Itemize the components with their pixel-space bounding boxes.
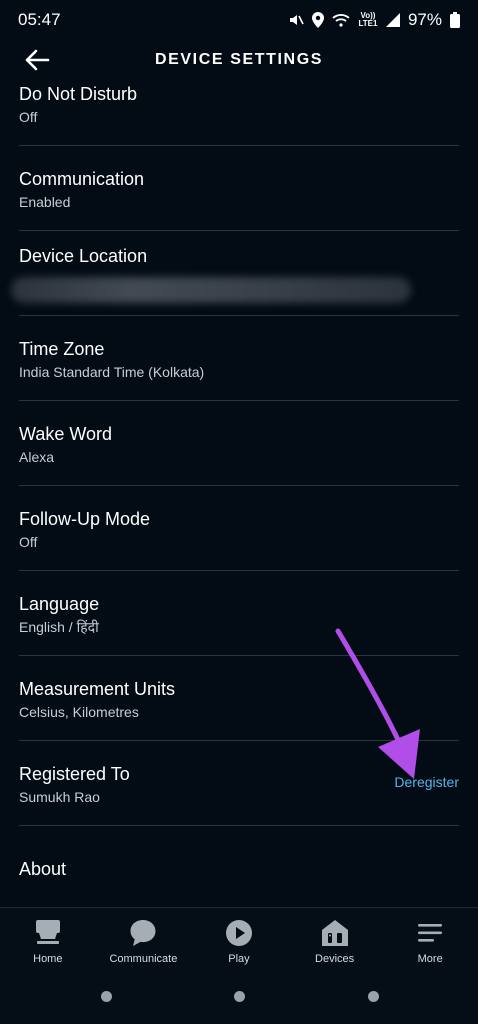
settings-list: Do Not Disturb Off Communication Enabled…: [11, 78, 459, 910]
setting-communication[interactable]: Communication Enabled: [19, 146, 459, 231]
setting-measurement-units[interactable]: Measurement Units Celsius, Kilometres: [19, 656, 459, 741]
battery-icon: [450, 12, 460, 28]
app-bar: DEVICE SETTINGS: [0, 40, 478, 80]
signal-icon: [385, 13, 400, 27]
setting-title: Language: [19, 594, 100, 614]
system-recents-button[interactable]: [368, 991, 379, 1002]
nav-home[interactable]: Home: [0, 908, 96, 978]
setting-do-not-disturb[interactable]: Do Not Disturb Off: [19, 78, 459, 146]
mute-icon: [289, 15, 304, 25]
deregister-button[interactable]: Deregister: [394, 774, 459, 790]
setting-follow-up-mode[interactable]: Follow-Up Mode Off: [19, 486, 459, 571]
location-icon: [311, 12, 324, 28]
status-time: 05:47: [18, 10, 61, 29]
setting-time-zone[interactable]: Time Zone India Standard Time (Kolkata): [19, 316, 459, 401]
setting-value: Off: [19, 109, 38, 125]
setting-wake-word[interactable]: Wake Word Alexa: [19, 401, 459, 486]
setting-about[interactable]: About: [19, 826, 459, 910]
nav-play[interactable]: Play: [191, 908, 287, 978]
menu-icon: [418, 924, 443, 942]
status-bar: 05:47 Vo)) LTE1 97%: [0, 0, 478, 40]
system-navigation-bar: [0, 977, 478, 1024]
play-icon: [225, 920, 252, 946]
nav-communicate[interactable]: Communicate: [96, 908, 192, 978]
nav-devices[interactable]: Devices: [287, 908, 383, 978]
setting-value: Enabled: [19, 194, 71, 210]
setting-title: Device Location: [19, 246, 148, 266]
setting-title: Time Zone: [19, 339, 105, 359]
blurred-location-value: [11, 277, 411, 303]
battery-percent: 97%: [407, 10, 442, 29]
devices-icon: [321, 920, 348, 946]
setting-value: Celsius, Kilometres: [19, 704, 139, 720]
bottom-navigation: Home Communicate Play Devices More: [0, 907, 478, 978]
setting-title: Communication: [19, 169, 145, 189]
setting-device-location[interactable]: Device Location: [11, 231, 459, 316]
chat-icon: [130, 920, 156, 946]
nav-label: Play: [228, 953, 250, 965]
setting-registered-to: Registered To Sumukh Rao Deregister: [19, 741, 459, 826]
nav-label: More: [417, 953, 443, 965]
setting-value: English / हिंदी: [19, 619, 99, 635]
home-icon: [35, 920, 60, 944]
network-label: Vo)) LTE1: [358, 11, 378, 28]
setting-title: Measurement Units: [19, 679, 176, 699]
setting-value: India Standard Time (Kolkata): [19, 364, 205, 380]
setting-value: Off: [19, 534, 38, 550]
system-home-button[interactable]: [234, 991, 245, 1002]
setting-title: Follow-Up Mode: [19, 509, 151, 529]
setting-title: About: [19, 859, 67, 879]
nav-more[interactable]: More: [382, 908, 478, 978]
setting-value: Alexa: [19, 449, 55, 465]
setting-title: Do Not Disturb: [19, 84, 138, 104]
nav-label: Devices: [315, 953, 355, 965]
back-arrow-icon[interactable]: [24, 48, 50, 72]
nav-label: Communicate: [109, 953, 178, 965]
setting-value: Sumukh Rao: [19, 789, 100, 805]
setting-title: Wake Word: [19, 424, 113, 444]
system-back-button[interactable]: [101, 991, 112, 1002]
status-icons: Vo)) LTE1 97%: [288, 10, 460, 30]
nav-label: Home: [33, 953, 63, 965]
page-title: DEVICE SETTINGS: [154, 51, 324, 68]
setting-title: Registered To: [19, 764, 130, 784]
wifi-icon: [332, 14, 350, 27]
setting-language[interactable]: Language English / हिंदी: [19, 571, 459, 656]
